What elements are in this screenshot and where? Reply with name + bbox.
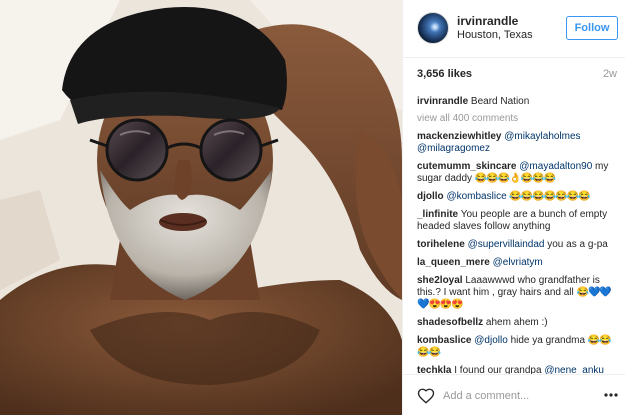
comment-mention[interactable]: @djollo — [474, 335, 508, 346]
header-location[interactable]: Houston, Texas — [457, 29, 533, 41]
comment-item: mackenziewhitley @mikaylaholmes @milagra… — [417, 131, 622, 155]
post-meta: 3,656 likes 2w — [417, 68, 617, 82]
comment-mention[interactable]: @kombaslice — [446, 191, 506, 202]
comment-item: cutemumm_skincare @mayadalton90 my sugar… — [417, 161, 622, 185]
comment-item: shadesofbellz ahem ahem :) — [417, 317, 622, 329]
laughing-emoji-icon: 😂😂😂👌😂😂😂 — [474, 173, 556, 184]
add-comment-bar — [403, 374, 625, 415]
comment-item: kombaslice @djollo hide ya grandma 😂😂😂😂 — [417, 335, 622, 359]
comment-item: techkla I found our grandpa @nene_anku — [417, 365, 622, 374]
comment-item: la_queen_mere @elvriatym — [417, 257, 622, 269]
caption-username[interactable]: irvinrandle — [417, 96, 468, 107]
avatar[interactable] — [417, 12, 449, 44]
comment-mention[interactable]: @elvriatym — [493, 257, 543, 268]
add-comment-input[interactable] — [443, 386, 593, 406]
comment-username[interactable]: she2loyal — [417, 275, 463, 286]
comment-username[interactable]: _linfinite — [417, 209, 458, 220]
post-sidebar: irvinrandle Houston, Texas Follow 3,656 … — [402, 0, 625, 415]
laughing-emoji-icon: 😂😂😂😂😂😂😂 — [509, 191, 590, 202]
portrait-photo — [0, 0, 402, 415]
post-photo[interactable] — [0, 0, 402, 415]
header-username[interactable]: irvinrandle — [457, 14, 518, 28]
comment-username[interactable]: torihelene — [417, 239, 465, 250]
caption-text: Beard Nation — [470, 96, 530, 107]
post-age[interactable]: 2w — [603, 68, 617, 80]
comment-text: hide ya grandma — [510, 335, 586, 346]
heart-icon[interactable] — [417, 387, 435, 405]
comment-item: djollo @kombaslice 😂😂😂😂😂😂😂 — [417, 191, 622, 203]
comment-mention[interactable]: @mayadalton90 — [519, 161, 592, 172]
comment-username[interactable]: shadesofbellz — [417, 317, 483, 328]
view-all-comments-link[interactable]: view all 400 comments — [417, 113, 622, 125]
comment-username[interactable]: kombaslice — [417, 335, 471, 346]
comment-text: you as a g-pa — [547, 239, 608, 250]
comment-text: ahem ahem :) — [485, 317, 548, 328]
comment-username[interactable]: djollo — [417, 191, 444, 202]
comment-mention[interactable]: @milagragomez — [417, 143, 490, 154]
comment-item: torihelene @supervillaindad you as a g-p… — [417, 239, 622, 251]
comment-username[interactable]: techkla — [417, 365, 451, 374]
follow-button[interactable]: Follow — [566, 16, 618, 40]
comment-text: I found our grandpa — [454, 365, 542, 374]
more-options-icon[interactable] — [603, 388, 619, 402]
comment-username[interactable]: la_queen_mere — [417, 257, 490, 268]
comment-username[interactable]: mackenziewhitley — [417, 131, 501, 142]
post-header: irvinrandle Houston, Texas Follow — [403, 0, 625, 58]
likes-count[interactable]: 3,656 likes — [417, 68, 472, 80]
caption: irvinrandle Beard Nation — [417, 96, 622, 108]
comment-item: she2loyal Laaawwwd who grandfather is th… — [417, 275, 622, 311]
comment-username[interactable]: cutemumm_skincare — [417, 161, 517, 172]
comment-mention[interactable]: @mikaylaholmes — [504, 131, 580, 142]
comment-mention[interactable]: @supervillaindad — [468, 239, 545, 250]
comment-mention[interactable]: @nene_anku — [544, 365, 604, 374]
comments-list: irvinrandle Beard Nation view all 400 co… — [417, 96, 622, 374]
comment-item: _linfinite You people are a bunch of emp… — [417, 209, 622, 233]
